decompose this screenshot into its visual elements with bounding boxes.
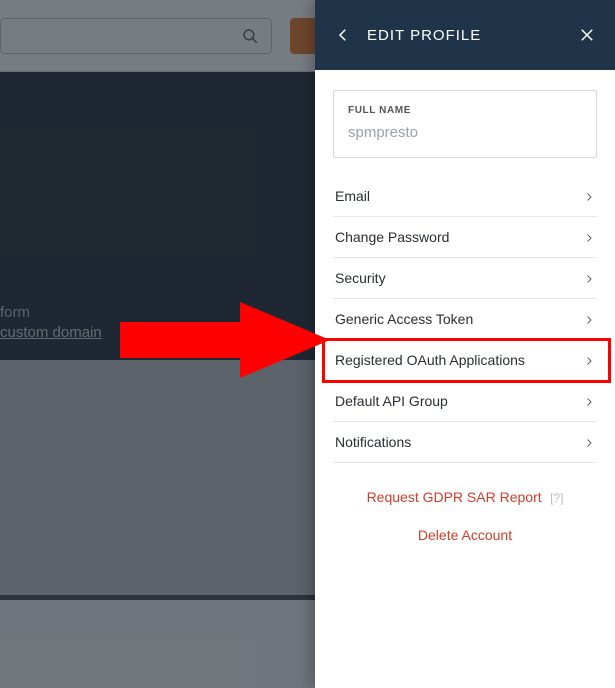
menu-item-email[interactable]: Email: [333, 176, 597, 217]
app-background: form custom domain NOV 11: [0, 0, 315, 688]
close-button[interactable]: [577, 25, 597, 45]
menu-item-label: Email: [335, 188, 370, 204]
menu-item-label: Generic Access Token: [335, 311, 473, 327]
menu-item-generic-access-token[interactable]: Generic Access Token: [333, 299, 597, 340]
menu-item-label: Security: [335, 270, 386, 286]
menu-item-default-api-group[interactable]: Default API Group: [333, 381, 597, 422]
full-name-field[interactable]: FULL NAME spmpresto: [333, 90, 597, 158]
panel-title: EDIT PROFILE: [367, 27, 563, 44]
chevron-right-icon: [583, 190, 595, 202]
menu-item-change-password[interactable]: Change Password: [333, 217, 597, 258]
menu-item-label: Default API Group: [335, 393, 448, 409]
gdpr-sar-link[interactable]: Request GDPR SAR Report: [367, 489, 542, 505]
menu-item-registered-oauth-applications[interactable]: Registered OAuth Applications: [333, 340, 597, 381]
dashboard-panel: form custom domain NOV 11: [0, 72, 315, 360]
gdpr-help-icon[interactable]: [?]: [550, 491, 563, 505]
chevron-right-icon: [583, 354, 595, 366]
platform-text: form: [0, 304, 30, 321]
edit-profile-panel: EDIT PROFILE FULL NAME spmpresto Email Ch…: [315, 0, 615, 688]
top-bar: [0, 0, 315, 72]
menu-item-security[interactable]: Security: [333, 258, 597, 299]
full-name-value: spmpresto: [348, 124, 582, 141]
chevron-right-icon: [583, 313, 595, 325]
menu-item-notifications[interactable]: Notifications: [333, 422, 597, 463]
footer-area: [0, 600, 315, 688]
full-name-label: FULL NAME: [348, 105, 582, 116]
content-area: [0, 360, 315, 595]
chevron-right-icon: [583, 272, 595, 284]
search-input[interactable]: [0, 18, 272, 54]
chevron-right-icon: [583, 436, 595, 448]
primary-action-button[interactable]: [290, 18, 315, 54]
settings-menu: Email Change Password Security Generic Acce…: [333, 176, 597, 463]
menu-item-label: Notifications: [335, 434, 411, 450]
chevron-right-icon: [583, 231, 595, 243]
action-links: Request GDPR SAR Report [?] Delete Accou…: [333, 489, 597, 543]
panel-header: EDIT PROFILE: [315, 0, 615, 70]
chevron-right-icon: [583, 395, 595, 407]
delete-account-link[interactable]: Delete Account: [333, 527, 597, 543]
custom-domain-link[interactable]: custom domain: [0, 324, 102, 341]
panel-body: FULL NAME spmpresto Email Change Password…: [315, 70, 615, 563]
menu-item-label: Change Password: [335, 229, 449, 245]
search-icon: [241, 27, 259, 45]
back-button[interactable]: [333, 25, 353, 45]
menu-item-label: Registered OAuth Applications: [335, 352, 525, 368]
